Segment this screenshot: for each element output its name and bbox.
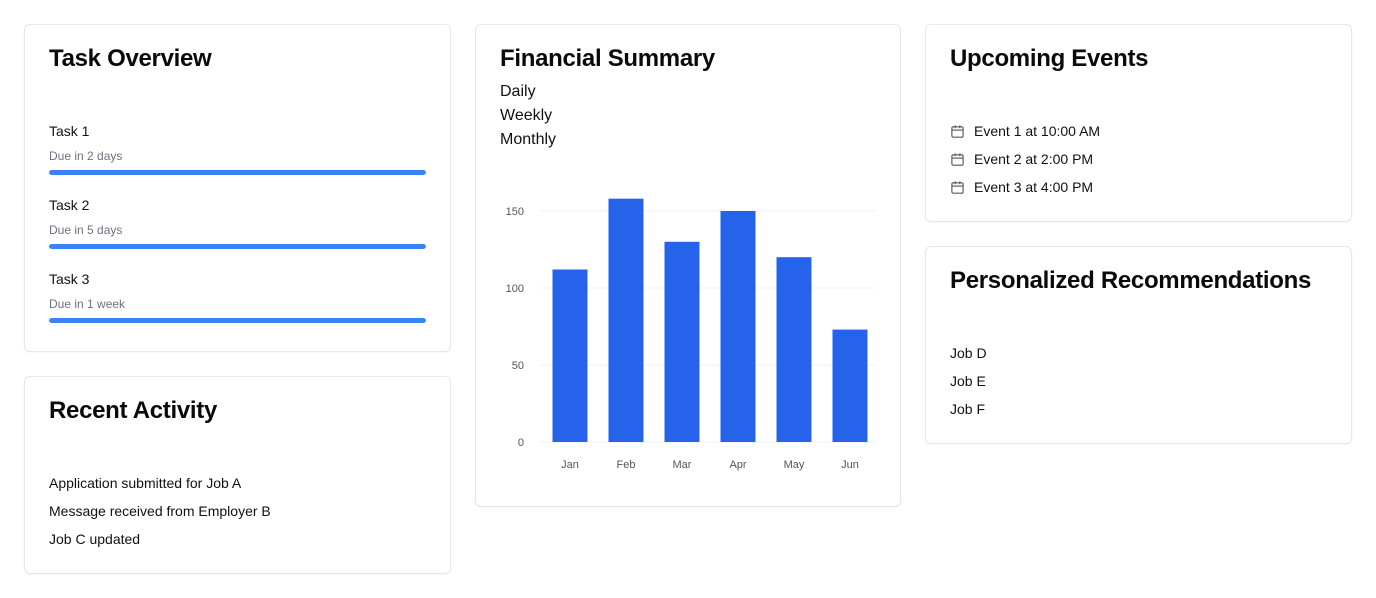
task-due-date: Due in 1 week [49,297,126,311]
recommendations-title: Personalized Recommendations [950,267,1312,294]
chart-bar[interactable] [776,257,812,442]
activity-item[interactable]: Application submitted for Job A [49,475,241,491]
calendar-icon [951,181,964,194]
task-progress-fill [49,318,426,323]
task-name: Task 1 [49,123,90,139]
calendar-icon [951,125,964,138]
upcoming-events-title: Upcoming Events [950,45,1149,72]
chart-bar[interactable] [664,241,700,442]
y-tick-label: 0 [518,437,524,449]
recommendation-item[interactable]: Job F [950,401,985,417]
chart-bar[interactable] [720,211,756,442]
recent-activity-card: Recent Activity Application submitted fo… [24,376,451,574]
calendar-icon [951,153,964,166]
task-progress-bar [49,244,426,249]
x-tick-label: Mar [673,459,692,471]
x-tick-label: Apr [729,459,746,471]
event-text: Event 2 at 2:00 PM [974,151,1094,167]
x-tick-label: Feb [617,459,636,471]
chart-bar[interactable] [608,198,644,442]
task-progress-fill [49,170,426,175]
task-due-date: Due in 5 days [49,223,123,237]
upcoming-events-card: Upcoming Events Event 1 at 10:00 AM Even… [925,24,1352,222]
recommendations-card: Personalized Recommendations Job D Job E… [925,246,1352,444]
recommendation-item[interactable]: Job E [950,373,986,389]
event-text: Event 3 at 4:00 PM [974,179,1094,195]
activity-item[interactable]: Message received from Employer B [49,503,271,519]
y-tick-label: 50 [512,360,524,372]
task-overview-title: Task Overview [49,45,212,72]
financial-bar-chart: 0 50 100 150 Jan Feb Mar Apr May Jun [506,198,876,471]
chart-bar[interactable] [552,269,588,442]
task-overview-card: Task Overview Task 1 Due in 2 days Task … [24,24,451,352]
task-name: Task 3 [49,271,90,287]
recommendation-item[interactable]: Job D [950,345,987,361]
event-text: Event 1 at 10:00 AM [974,123,1101,139]
task-name: Task 2 [49,197,90,213]
x-tick-label: May [784,459,805,471]
task-progress-bar [49,318,426,323]
x-tick-label: Jun [841,459,859,471]
x-tick-label: Jan [561,459,579,471]
financial-summary-card: Financial Summary Daily Weekly Monthly 0… [475,24,901,507]
y-tick-label: 150 [506,206,524,218]
recent-activity-title: Recent Activity [49,397,218,424]
task-progress-bar [49,170,426,175]
task-progress-fill [49,244,426,249]
chart-bar[interactable] [832,329,868,442]
y-tick-label: 100 [506,283,524,295]
activity-item[interactable]: Job C updated [49,531,140,547]
task-due-date: Due in 2 days [49,149,123,163]
